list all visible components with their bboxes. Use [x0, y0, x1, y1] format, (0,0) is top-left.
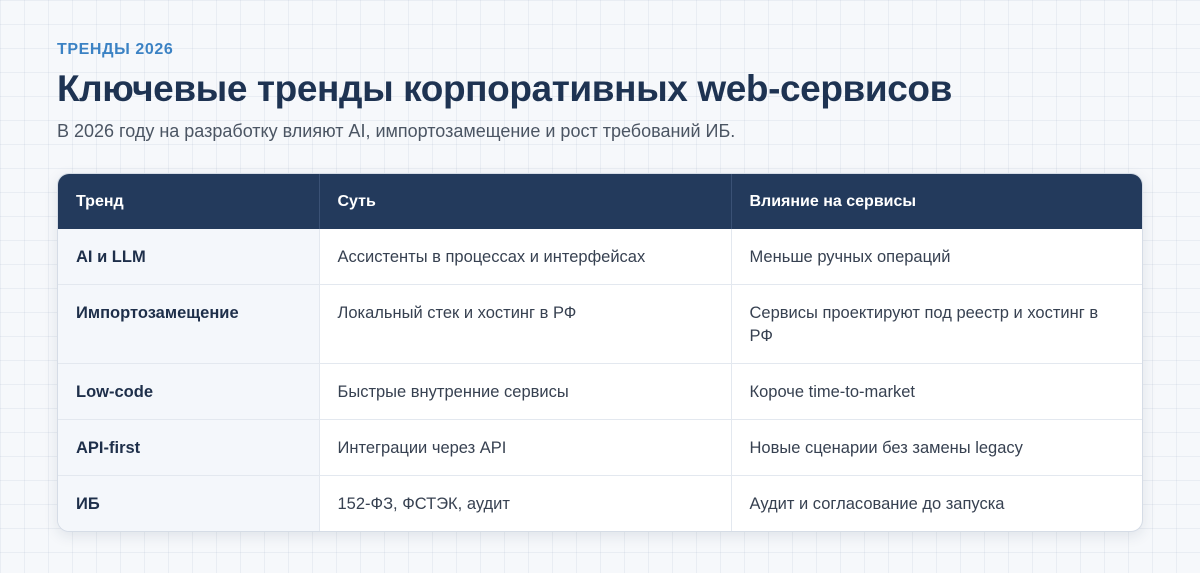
table-row: AI и LLM Ассистенты в процессах и интерф… [58, 229, 1142, 284]
table-row: Low-code Быстрые внутренние сервисы Коро… [58, 363, 1142, 419]
cell-trend: API-first [58, 419, 320, 475]
page-subtitle: В 2026 году на разработку влияют AI, имп… [57, 121, 736, 141]
table-row: ИБ 152-ФЗ, ФСТЭК, аудит Аудит и согласов… [58, 475, 1142, 531]
cell-essence: Интеграции через API [319, 419, 732, 475]
trends-table: Тренд Суть Влияние на сервисы AI и LLM А… [58, 174, 1142, 531]
table-row: Импортозамещение Локальный стек и хостин… [58, 284, 1142, 363]
cell-trend: AI и LLM [58, 229, 320, 284]
cell-trend: Импортозамещение [58, 284, 320, 363]
cell-trend: ИБ [58, 475, 320, 531]
cell-essence: Локальный стек и хостинг в РФ [319, 284, 732, 363]
table-row: API-first Интеграции через API Новые сце… [58, 419, 1142, 475]
table-body: AI и LLM Ассистенты в процессах и интерф… [58, 229, 1142, 531]
table-header-row: Тренд Суть Влияние на сервисы [58, 174, 1142, 229]
cell-essence: Ассистенты в процессах и интерфейсах [319, 229, 732, 284]
eyebrow-label: ТРЕНДЫ 2026 [57, 41, 174, 58]
cell-essence: Быстрые внутренние сервисы [319, 363, 732, 419]
column-header-essence: Суть [319, 174, 732, 229]
cell-impact: Сервисы проектируют под реестр и хостинг… [749, 303, 1099, 345]
cell-impact: Новые сценарии без замены legacy [749, 438, 1023, 457]
cell-trend: Low-code [58, 363, 320, 419]
column-header-impact: Влияние на сервисы [749, 192, 917, 210]
cell-impact: Меньше ручных операций [749, 248, 951, 266]
table-header: Тренд Суть Влияние на сервисы [58, 174, 1142, 229]
page-title: Ключевые тренды корпоративных web-сервис… [57, 68, 952, 109]
trends-table-card: Тренд Суть Влияние на сервисы AI и LLM А… [57, 173, 1143, 532]
cell-essence: 152-ФЗ, ФСТЭК, аудит [319, 475, 732, 531]
column-header-trend: Тренд [58, 174, 320, 229]
cell-impact: Короче time-to-market [749, 382, 915, 401]
cell-impact: Аудит и согласование до запуска [749, 494, 1005, 513]
